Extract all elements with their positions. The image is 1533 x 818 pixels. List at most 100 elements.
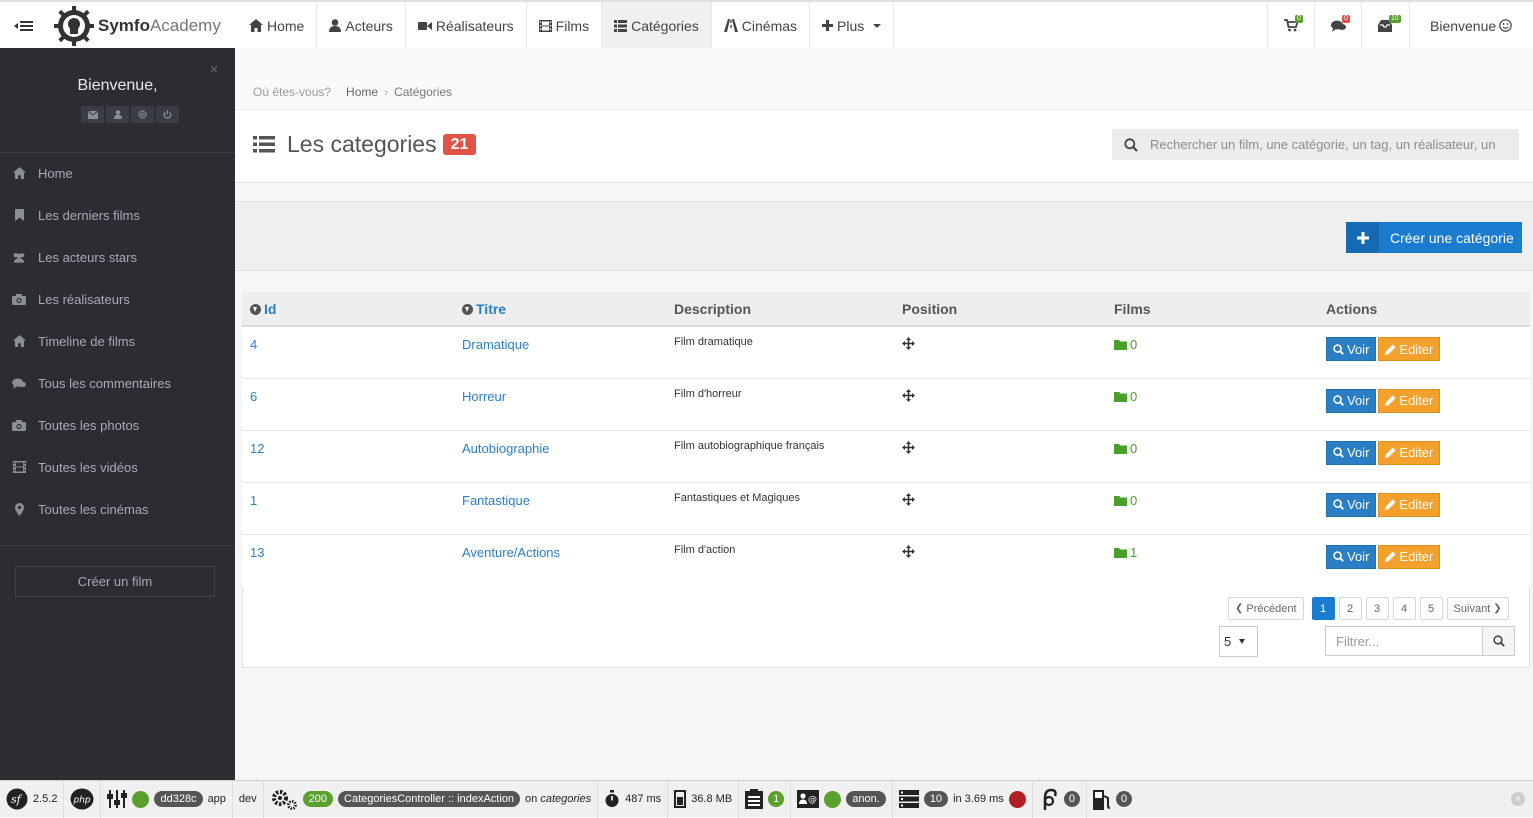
sort-circle-icon: [250, 303, 261, 315]
sidebar-item-label: Les réalisateurs: [38, 291, 130, 307]
pagination-page-3[interactable]: 3: [1365, 597, 1389, 620]
nav-realisateurs-label: Réalisateurs: [435, 17, 514, 34]
cell-description: Film autobiographique français: [666, 430, 894, 483]
sidebar-divider: [0, 545, 235, 546]
cell-position[interactable]: [894, 378, 1106, 431]
pagination-next[interactable]: Suivant ❯: [1446, 597, 1509, 620]
cell-position[interactable]: [894, 482, 1106, 535]
toolbar-mail[interactable]: 0: [1087, 781, 1138, 818]
sidebar-item-home[interactable]: Home: [0, 152, 235, 194]
toolbar-security[interactable]: @ anon.: [791, 780, 893, 818]
nav-cinemas-label: Cinémas: [741, 17, 798, 34]
nav-acteurs[interactable]: Acteurs: [317, 2, 406, 49]
envelope-button[interactable]: [81, 106, 104, 123]
user-menu[interactable]: Bienvenue: [1409, 2, 1532, 49]
voir-button[interactable]: Voir: [1326, 337, 1377, 361]
pagination-page-4[interactable]: 4: [1392, 597, 1416, 620]
nav-categories[interactable]: Catégories: [602, 2, 712, 49]
toolbar-config[interactable]: dd328c app: [101, 780, 233, 818]
cell-id[interactable]: 6: [242, 378, 454, 431]
editer-button[interactable]: Editer: [1378, 388, 1441, 413]
cell-titre[interactable]: Horreur: [454, 378, 666, 431]
messages-button[interactable]: 10: [1361, 2, 1408, 49]
nav-plus-dropdown[interactable]: Plus: [810, 2, 895, 49]
toolbar-env[interactable]: dev: [233, 780, 264, 818]
sidebar-menu: Home Les derniers films Les acteurs star…: [0, 152, 235, 530]
nav-realisateurs[interactable]: Réalisateurs: [406, 2, 527, 49]
toolbar-close-button[interactable]: ×: [1511, 792, 1525, 806]
page-size-select[interactable]: 5: [1219, 626, 1258, 657]
pencil-icon: [1385, 343, 1396, 355]
table-filter-button[interactable]: [1482, 627, 1514, 655]
pagination-page-1[interactable]: 1: [1311, 597, 1335, 620]
cell-description: Film d'action: [666, 534, 894, 587]
nav-home[interactable]: Home: [237, 2, 318, 49]
cell-position[interactable]: [894, 430, 1106, 483]
sidebar-item-acteurs-stars[interactable]: Les acteurs stars: [0, 236, 235, 278]
breadcrumb-home-link[interactable]: Home: [346, 85, 378, 109]
profile-button[interactable]: [106, 106, 129, 123]
cart-button[interactable]: 0: [1267, 2, 1314, 49]
voir-button[interactable]: Voir: [1326, 388, 1377, 413]
sidebar-item-label: Les acteurs stars: [38, 249, 137, 265]
voir-button[interactable]: Voir: [1326, 544, 1377, 569]
cell-id[interactable]: 1: [242, 482, 454, 535]
sidebar-item-cinemas[interactable]: Toutes les cinémas: [0, 488, 235, 530]
create-film-button[interactable]: Créer un film: [15, 566, 215, 597]
brand-logo[interactable]: SymfoAcademy: [54, 6, 221, 46]
cell-titre[interactable]: Aventure/Actions: [454, 534, 666, 587]
toolbar-memory[interactable]: 36.8 MB: [668, 780, 740, 818]
comments-button[interactable]: 0: [1314, 2, 1361, 49]
sidebar-item-commentaires[interactable]: Tous les commentaires: [0, 362, 235, 404]
cell-position[interactable]: [894, 326, 1106, 379]
film-icon: [12, 461, 26, 473]
cell-id[interactable]: 4: [242, 326, 454, 379]
memory-icon: [674, 790, 687, 808]
cell-titre[interactable]: Fantastique: [454, 482, 666, 535]
toolbar-php[interactable]: php: [64, 780, 102, 818]
folder-icon: [1114, 340, 1127, 350]
voir-button[interactable]: Voir: [1326, 492, 1377, 517]
cell-titre[interactable]: Autobiographie: [454, 430, 666, 483]
sidebar-item-derniers-films[interactable]: Les derniers films: [0, 194, 235, 236]
toolbar-forms[interactable]: 1: [739, 780, 792, 818]
toolbar-symfony-version[interactable]: sf 2.5.2: [0, 780, 65, 818]
table-filter-input[interactable]: [1326, 627, 1482, 655]
search-icon: [1333, 447, 1344, 458]
cell-titre[interactable]: Dramatique: [454, 326, 666, 379]
table-row: 6 Horreur Film d'horreur 0 Voir Editer: [242, 378, 1530, 431]
column-header-id[interactable]: Id: [242, 292, 454, 327]
toolbar-db[interactable]: 10 in 3.69 ms: [893, 780, 1033, 818]
pagination-previous[interactable]: ❮ Précédent: [1228, 597, 1304, 620]
editer-button[interactable]: Editer: [1378, 492, 1441, 517]
sidebar-item-videos[interactable]: Toutes les vidéos: [0, 446, 235, 488]
cell-description: Fantastiques et Magiques: [666, 482, 894, 535]
cell-actions: Voir Editer: [1318, 534, 1530, 587]
toolbar-twig[interactable]: 0: [1033, 780, 1087, 818]
sidebar-item-realisateurs[interactable]: Les réalisateurs: [0, 278, 235, 320]
sidebar-item-timeline[interactable]: Timeline de films: [0, 320, 235, 362]
create-category-button[interactable]: Créer une catégorie: [1346, 222, 1522, 253]
settings-button[interactable]: [131, 106, 154, 123]
sidebar-item-photos[interactable]: Toutes les photos: [0, 404, 235, 446]
cell-id[interactable]: 12: [242, 430, 454, 483]
toolbar-time[interactable]: 487 ms: [598, 780, 669, 818]
editer-button[interactable]: Editer: [1378, 440, 1441, 465]
nav-cinemas[interactable]: Cinémas: [712, 2, 811, 49]
editer-button[interactable]: Editer: [1378, 544, 1441, 569]
pagination-page-2[interactable]: 2: [1338, 597, 1362, 620]
sidebar-close-icon[interactable]: ×: [210, 61, 218, 77]
status-ok-dot: [132, 790, 150, 808]
logout-button[interactable]: [156, 106, 179, 123]
svg-text:@: @: [808, 795, 817, 805]
toolbar-request[interactable]: 200 CategoriesController :: indexAction …: [264, 780, 599, 818]
editer-button[interactable]: Editer: [1378, 337, 1441, 361]
cell-position[interactable]: [894, 534, 1106, 587]
sidebar-toggle-button[interactable]: [0, 2, 47, 49]
pagination-page-5[interactable]: 5: [1419, 597, 1443, 620]
voir-button[interactable]: Voir: [1326, 440, 1377, 465]
cell-id[interactable]: 13: [242, 534, 454, 587]
column-header-titre[interactable]: Titre: [454, 292, 666, 327]
global-search-input[interactable]: [1150, 137, 1515, 152]
nav-films[interactable]: Films: [527, 2, 603, 49]
